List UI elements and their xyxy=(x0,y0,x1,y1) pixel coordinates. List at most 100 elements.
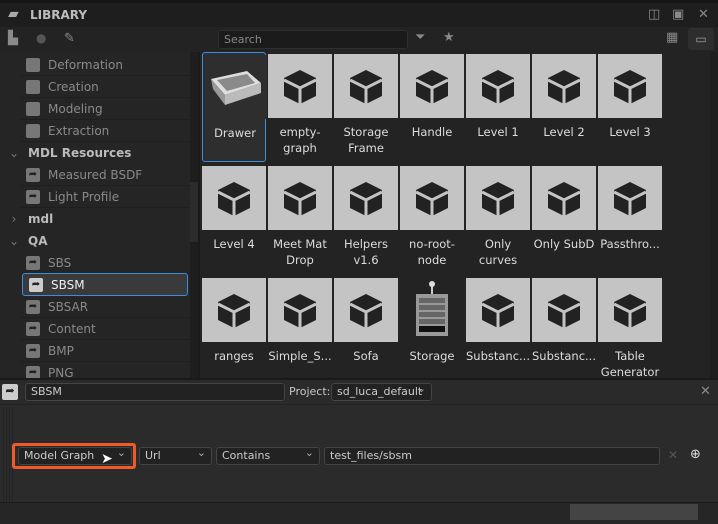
asset-tile[interactable]: Simple_S... xyxy=(268,276,332,378)
filter-operator-select[interactable]: Contains xyxy=(216,445,320,465)
cube-icon xyxy=(466,166,530,230)
asset-tile[interactable]: Level 1 xyxy=(466,52,530,162)
cube-icon xyxy=(268,278,332,342)
asset-label: Handle xyxy=(411,125,453,139)
asset-label: empty-graph xyxy=(279,125,321,155)
tree-item-sbsm[interactable]: ➦ SBSM xyxy=(22,273,188,296)
asset-tile[interactable]: Passthro... xyxy=(598,164,662,274)
asset-tile[interactable]: Storage xyxy=(400,276,464,378)
tree-item-measured-bsdf[interactable]: ➦ Measured BSDF xyxy=(20,164,190,186)
asset-grid: Drawer empty-graph Storage Frame Handle Leve… xyxy=(200,52,710,378)
link-icon: ➦ xyxy=(26,299,40,314)
tree-group-mdl-resources[interactable]: ⌄ MDL Resources xyxy=(0,142,190,164)
panel-titlebar: ▰ LIBRARY ◫ ▣ ✕ xyxy=(0,0,718,27)
filter-icon[interactable]: ⏷ xyxy=(415,30,425,45)
chevron-down-icon[interactable]: ⌄ xyxy=(0,234,28,248)
link-icon: ➦ xyxy=(2,384,18,400)
link-icon: ➦ xyxy=(26,189,40,204)
tree-group-mdl[interactable]: › mdl xyxy=(0,208,190,230)
asset-tile[interactable]: Substanc... xyxy=(532,276,596,378)
asset-tile[interactable]: Level 2 xyxy=(532,52,596,162)
search-input[interactable]: Search xyxy=(218,30,408,49)
cube-icon xyxy=(598,278,662,342)
link-icon: ➦ xyxy=(26,365,40,378)
tree-item-content[interactable]: ➦ Content xyxy=(20,318,190,340)
cube-icon xyxy=(400,166,464,230)
asset-label: Drawer xyxy=(214,126,256,140)
tree-group-qa[interactable]: ⌄ QA xyxy=(0,230,190,252)
extraction-icon xyxy=(26,123,40,138)
new-folder-icon[interactable]: ▙ xyxy=(8,31,18,46)
asset-label: Substanc... xyxy=(465,349,530,363)
folder-icon: ▰ xyxy=(8,6,19,22)
asset-tile[interactable]: Substanc... xyxy=(466,276,530,378)
cube-icon xyxy=(598,54,662,118)
new-package-icon[interactable]: ● xyxy=(36,31,46,45)
tree-item-bmp[interactable]: ➦ BMP xyxy=(20,340,190,362)
grid-scrollbar[interactable] xyxy=(710,52,718,378)
asset-label: ranges xyxy=(214,349,254,363)
asset-label: Level 3 xyxy=(609,125,651,139)
asset-label: Level 4 xyxy=(213,237,255,251)
mouse-cursor-icon: ➤ xyxy=(101,451,113,467)
cube-icon xyxy=(532,278,596,342)
pencil-icon[interactable]: ✎ xyxy=(64,31,75,46)
asset-tile[interactable]: Level 4 xyxy=(202,164,266,274)
tree-scrollbar[interactable] xyxy=(190,52,198,378)
preview-toggle-icon[interactable]: ▭ xyxy=(688,28,714,50)
tree-item-png[interactable]: ➦ PNG xyxy=(20,362,190,378)
scrollbar-thumb[interactable] xyxy=(190,182,198,242)
asset-tile[interactable]: empty-graph xyxy=(268,52,332,162)
filter-field-select[interactable]: Url xyxy=(139,445,212,465)
close-icon[interactable]: ✕ xyxy=(698,7,709,22)
asset-tile[interactable]: Only SubD xyxy=(532,164,596,274)
clear-filter-icon[interactable]: ✕ xyxy=(668,448,678,462)
modeling-icon xyxy=(26,101,40,116)
highlight-box xyxy=(12,443,136,469)
horizontal-scrollbar[interactable] xyxy=(570,504,698,520)
storage-thumbnail xyxy=(400,278,464,342)
add-filter-icon[interactable]: ⊕ xyxy=(690,447,701,462)
asset-tile[interactable]: Drawer xyxy=(202,52,267,162)
grid-view-icon[interactable]: ▦ xyxy=(666,30,678,45)
favorite-add-icon[interactable]: ★ xyxy=(443,30,455,45)
asset-label: Substanc... xyxy=(531,349,596,363)
asset-tile[interactable]: Helpers v1.6 xyxy=(334,164,398,274)
asset-label: Only SubD xyxy=(533,237,595,251)
asset-label: Sofa xyxy=(353,349,379,363)
cube-icon xyxy=(400,54,464,118)
cube-icon xyxy=(334,278,398,342)
asset-tile[interactable]: Only curves xyxy=(466,164,530,274)
close-icon[interactable]: ✕ xyxy=(700,384,711,399)
cube-icon xyxy=(466,54,530,118)
asset-tile[interactable]: Storage Frame xyxy=(334,52,398,162)
asset-tile[interactable]: Handle xyxy=(400,52,464,162)
tree-item-modeling[interactable]: Modeling xyxy=(20,98,190,120)
asset-tile[interactable]: Level 3 xyxy=(598,52,662,162)
chevron-right-icon[interactable]: › xyxy=(0,212,28,226)
project-select[interactable]: sd_luca_default xyxy=(331,381,432,401)
tree-item-light-profile[interactable]: ➦ Light Profile xyxy=(20,186,190,208)
asset-tile[interactable]: no-root-node xyxy=(400,164,464,274)
asset-label: Meet Mat Drop xyxy=(273,237,327,267)
tree-item-creation[interactable]: Creation xyxy=(20,76,190,98)
smart-folder-name-input[interactable]: SBSM xyxy=(25,383,285,401)
asset-tile[interactable]: ranges xyxy=(202,276,266,378)
drawer-thumbnail xyxy=(203,55,267,119)
asset-label: Level 1 xyxy=(477,125,519,139)
tree-item-sbs[interactable]: ➦ SBS xyxy=(20,252,190,274)
cube-icon xyxy=(598,166,662,230)
asset-tile[interactable]: Table Generator xyxy=(598,276,662,378)
cube-icon xyxy=(202,278,266,342)
filter-value-input[interactable]: test_files/sbsm xyxy=(324,447,660,465)
tree-item-extraction[interactable]: Extraction xyxy=(20,120,190,142)
tree-item-deformation[interactable]: Deformation xyxy=(20,54,190,76)
split-view-icon[interactable]: ◫ xyxy=(648,7,660,22)
asset-tile[interactable]: Meet Mat Drop xyxy=(268,164,332,274)
asset-label: Storage xyxy=(409,349,455,363)
maximize-icon[interactable]: ▣ xyxy=(672,7,684,22)
project-label: Project: xyxy=(289,385,331,398)
asset-tile[interactable]: Sofa xyxy=(334,276,398,378)
chevron-down-icon[interactable]: ⌄ xyxy=(0,146,28,160)
tree-item-sbsar[interactable]: ➦ SBSAR xyxy=(20,296,190,318)
